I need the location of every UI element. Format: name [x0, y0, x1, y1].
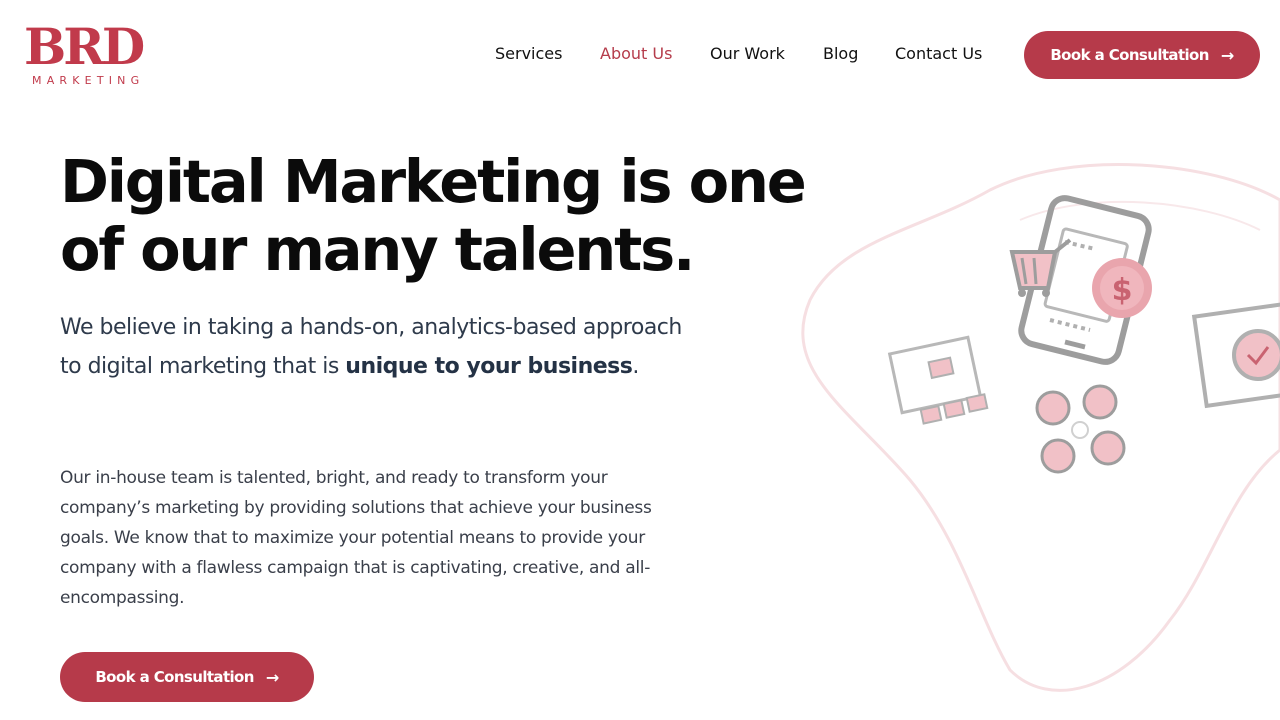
nav-item-contact-us[interactable]: Contact Us — [895, 44, 982, 64]
headline-line-1: Digital Marketing is one — [60, 147, 807, 216]
arrow-right-icon: → — [1220, 45, 1234, 65]
headline-line-2: of our many talents. — [60, 215, 695, 284]
brand-logo[interactable]: BRD MARKETING — [24, 22, 158, 88]
hero-book-consultation-button[interactable]: Book a Consultation → — [60, 652, 314, 702]
lead-emphasis: unique to your business — [345, 354, 633, 379]
hero-headline: Digital Marketing is one of our many tal… — [60, 148, 880, 284]
nav-item-services[interactable]: Services — [495, 44, 562, 64]
logo-subtext: MARKETING — [32, 74, 145, 87]
hero-body: Our in-house team is talented, bright, a… — [60, 468, 652, 608]
hero-lead: We believe in taking a hands-on, analyti… — [60, 308, 690, 386]
seo-check-icon — [1191, 301, 1280, 409]
logo-mark: BRD — [24, 17, 145, 76]
sitemap-icon — [887, 335, 989, 425]
lead-suffix: . — [632, 354, 639, 379]
header-cta-label: Book a Consultation — [1050, 46, 1209, 64]
social-media-icon — [1035, 384, 1126, 474]
hero-illustration: $ — [801, 163, 1280, 692]
nav-item-our-work[interactable]: Our Work — [710, 44, 785, 64]
nav-item-about-us[interactable]: About Us — [600, 44, 672, 64]
arrow-right-icon: → — [265, 667, 279, 687]
nav-item-blog[interactable]: Blog — [823, 44, 858, 64]
dollar-gear-icon: $ — [1092, 258, 1152, 318]
svg-text:$: $ — [1112, 273, 1133, 308]
hero-cta-label: Book a Consultation — [95, 668, 254, 686]
header-book-consultation-button[interactable]: Book a Consultation → — [1024, 31, 1260, 79]
